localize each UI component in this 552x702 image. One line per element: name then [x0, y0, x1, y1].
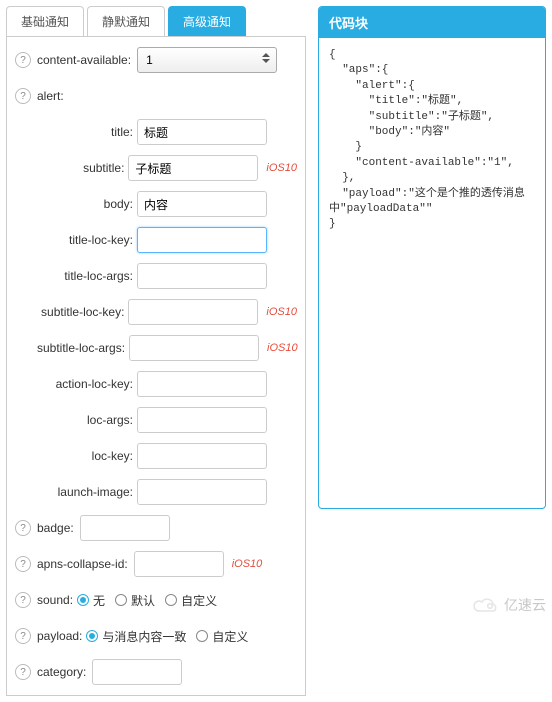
loc-key-label: loc-key: — [37, 449, 137, 463]
title-input[interactable] — [137, 119, 267, 145]
loc-args-input[interactable] — [137, 407, 267, 433]
subtitle-loc-key-input[interactable] — [128, 299, 258, 325]
title-loc-args-input[interactable] — [137, 263, 267, 289]
content-available-label: content-available: — [37, 53, 131, 67]
watermark: 亿速云 — [472, 595, 546, 615]
action-loc-key-input[interactable] — [137, 371, 267, 397]
ios10-tag: iOS10 — [232, 558, 263, 570]
help-icon[interactable]: ? — [15, 628, 31, 644]
title-loc-args-label: title-loc-args: — [37, 269, 137, 283]
subtitle-loc-args-label: subtitle-loc-args: — [37, 341, 129, 355]
payload-custom-label: 自定义 — [212, 628, 248, 645]
sound-default-label: 默认 — [131, 592, 155, 609]
body-input[interactable] — [137, 191, 267, 217]
payload-radio-same[interactable] — [86, 630, 98, 642]
alert-label: alert: — [37, 89, 64, 103]
ios10-tag: iOS10 — [266, 162, 297, 174]
apns-collapse-id-input[interactable] — [134, 551, 224, 577]
tab-basic[interactable]: 基础通知 — [6, 6, 84, 36]
body-label: body: — [37, 197, 137, 211]
payload-radio-custom[interactable] — [196, 630, 208, 642]
cloud-icon — [472, 596, 500, 614]
subtitle-loc-args-input[interactable] — [129, 335, 259, 361]
help-icon[interactable]: ? — [15, 556, 31, 572]
category-input[interactable] — [92, 659, 182, 685]
title-loc-key-input[interactable] — [137, 227, 267, 253]
sound-radio-custom[interactable] — [165, 594, 177, 606]
ios10-tag: iOS10 — [267, 342, 298, 354]
launch-image-label: launch-image: — [37, 485, 137, 499]
subtitle-loc-key-label: subtitle-loc-key: — [37, 305, 128, 319]
action-loc-key-label: action-loc-key: — [37, 377, 137, 391]
payload-label: payload: — [37, 629, 82, 643]
loc-key-input[interactable] — [137, 443, 267, 469]
sound-custom-label: 自定义 — [181, 592, 217, 609]
help-icon[interactable]: ? — [15, 520, 31, 536]
ios10-tag: iOS10 — [266, 306, 297, 318]
title-label: title: — [37, 125, 137, 139]
tab-silent[interactable]: 静默通知 — [87, 6, 165, 36]
code-block-panel: 代码块 { "aps":{ "alert":{ "title":"标题", "s… — [318, 6, 546, 509]
help-icon[interactable]: ? — [15, 592, 31, 608]
badge-label: badge: — [37, 521, 74, 535]
subtitle-input[interactable] — [128, 155, 258, 181]
watermark-text: 亿速云 — [504, 595, 546, 615]
sound-label: sound: — [37, 593, 73, 607]
tab-advanced[interactable]: 高级通知 — [168, 6, 246, 36]
notification-tabs: 基础通知 静默通知 高级通知 — [6, 6, 306, 37]
loc-args-label: loc-args: — [37, 413, 137, 427]
sound-none-label: 无 — [93, 592, 105, 609]
badge-input[interactable] — [80, 515, 170, 541]
code-block-title: 代码块 — [319, 7, 545, 38]
payload-same-label: 与消息内容一致 — [102, 628, 186, 645]
advanced-form: ? content-available: 1 ? alert: title: s… — [6, 37, 306, 696]
help-icon[interactable]: ? — [15, 664, 31, 680]
title-loc-key-label: title-loc-key: — [37, 233, 137, 247]
sound-radio-none[interactable] — [77, 594, 89, 606]
category-label: category: — [37, 665, 86, 679]
sound-radio-default[interactable] — [115, 594, 127, 606]
code-block-content: { "aps":{ "alert":{ "title":"标题", "subti… — [319, 38, 545, 508]
apns-collapse-id-label: apns-collapse-id: — [37, 557, 128, 571]
help-icon[interactable]: ? — [15, 52, 31, 68]
help-icon[interactable]: ? — [15, 88, 31, 104]
content-available-select[interactable]: 1 — [137, 47, 277, 73]
subtitle-label: subtitle: — [37, 161, 128, 175]
launch-image-input[interactable] — [137, 479, 267, 505]
